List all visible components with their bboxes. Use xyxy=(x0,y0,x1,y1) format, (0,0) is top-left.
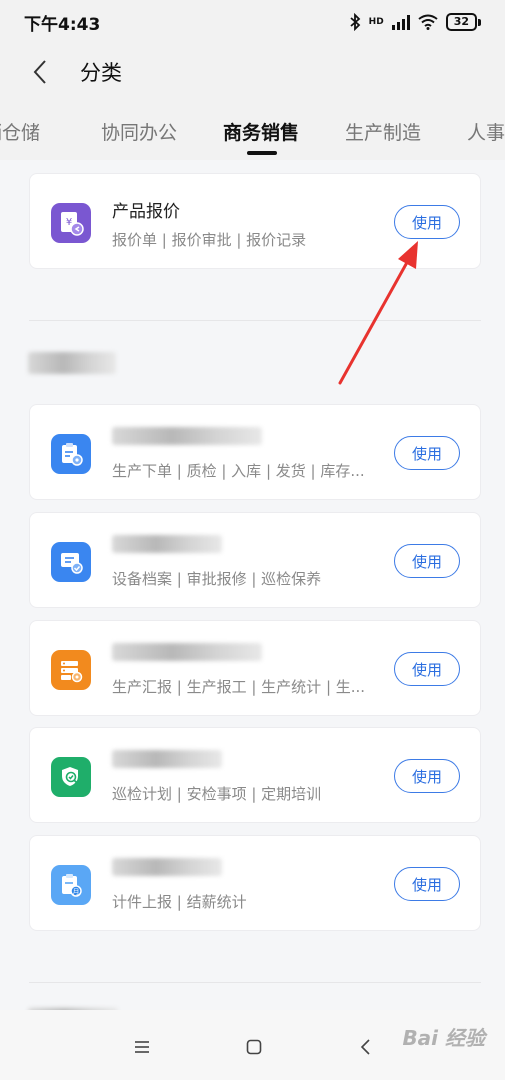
status-bar: 下午4:43 HD 32 xyxy=(0,0,505,44)
top-bar: 分类 xyxy=(0,44,505,100)
tab-hr[interactable]: 人事 xyxy=(467,118,505,145)
use-button[interactable]: 使用 xyxy=(394,652,460,686)
use-button[interactable]: 使用 xyxy=(394,867,460,901)
section-heading-redacted xyxy=(28,352,116,374)
app-title-redacted xyxy=(112,643,262,661)
svg-text:月: 月 xyxy=(73,888,80,896)
network-type-label: HD xyxy=(368,17,384,27)
shield-check-icon xyxy=(51,757,91,797)
app-description: 巡检计划 | 安检事项 | 定期培训 xyxy=(112,785,322,803)
use-button[interactable]: 使用 xyxy=(394,205,460,239)
clipboard-gear-icon xyxy=(51,434,91,474)
app-card-production-order: 生产下单 | 质检 | 入库 | 发货 | 库存... 使用 xyxy=(29,404,481,500)
signal-icon xyxy=(391,14,410,30)
use-button[interactable]: 使用 xyxy=(394,544,460,578)
battery-icon: 32 xyxy=(445,13,481,31)
server-gear-icon xyxy=(51,650,91,690)
app-card-production-report: 生产汇报 | 生产报工 | 生产统计 | 生... 使用 xyxy=(29,620,481,716)
app-card-safety-inspection: 巡检计划 | 安检事项 | 定期培训 使用 xyxy=(29,727,481,823)
tab-collaboration[interactable]: 协同办公 xyxy=(101,118,177,145)
price-quote-icon: ¥ xyxy=(51,203,91,243)
status-icons: HD 32 xyxy=(349,13,481,31)
app-description: 计件上报 | 结薪统计 xyxy=(112,893,247,911)
chevron-left-icon xyxy=(33,60,46,84)
app-title-redacted xyxy=(112,535,222,553)
home-square-icon xyxy=(246,1039,262,1055)
bluetooth-icon xyxy=(350,13,360,31)
app-description: 生产汇报 | 生产报工 | 生产统计 | 生... xyxy=(112,678,366,696)
back-button[interactable] xyxy=(0,44,80,100)
tab-marketing-warehouse[interactable]: 营销仓储 xyxy=(0,118,40,145)
tab-manufacturing[interactable]: 生产制造 xyxy=(345,118,421,145)
use-button[interactable]: 使用 xyxy=(394,759,460,793)
section-divider xyxy=(29,982,481,983)
app-title-redacted xyxy=(112,427,262,445)
app-card-equipment: 设备档案 | 审批报修 | 巡检保养 使用 xyxy=(29,512,481,608)
app-card-piecework: 月 计件上报 | 结薪统计 使用 xyxy=(29,835,481,931)
annotation-arrow-icon xyxy=(338,241,418,385)
active-tab-indicator xyxy=(247,151,277,155)
chevron-left-icon xyxy=(360,1039,370,1055)
menu-nav-button[interactable] xyxy=(127,1032,157,1062)
watermark: Bai 经验 xyxy=(402,1026,485,1050)
use-button[interactable]: 使用 xyxy=(394,436,460,470)
battery-level: 32 xyxy=(445,13,477,31)
menu-icon xyxy=(135,1041,149,1053)
status-time: 下午4:43 xyxy=(24,14,101,35)
piecework-report-icon: 月 xyxy=(51,865,91,905)
tab-business-sales[interactable]: 商务销售 xyxy=(223,118,299,145)
app-title-redacted xyxy=(112,750,222,768)
home-nav-button[interactable] xyxy=(239,1032,269,1062)
app-description: 生产下单 | 质检 | 入库 | 发货 | 库存... xyxy=(112,462,365,480)
app-description: 报价单 | 报价审批 | 报价记录 xyxy=(112,231,307,249)
app-title: 产品报价 xyxy=(112,202,180,222)
wifi-icon xyxy=(418,14,438,30)
device-check-icon xyxy=(51,542,91,582)
app-title-redacted xyxy=(112,858,222,876)
page-title: 分类 xyxy=(80,61,122,85)
app-description: 设备档案 | 审批报修 | 巡检保养 xyxy=(112,570,322,588)
back-nav-button[interactable] xyxy=(351,1032,381,1062)
